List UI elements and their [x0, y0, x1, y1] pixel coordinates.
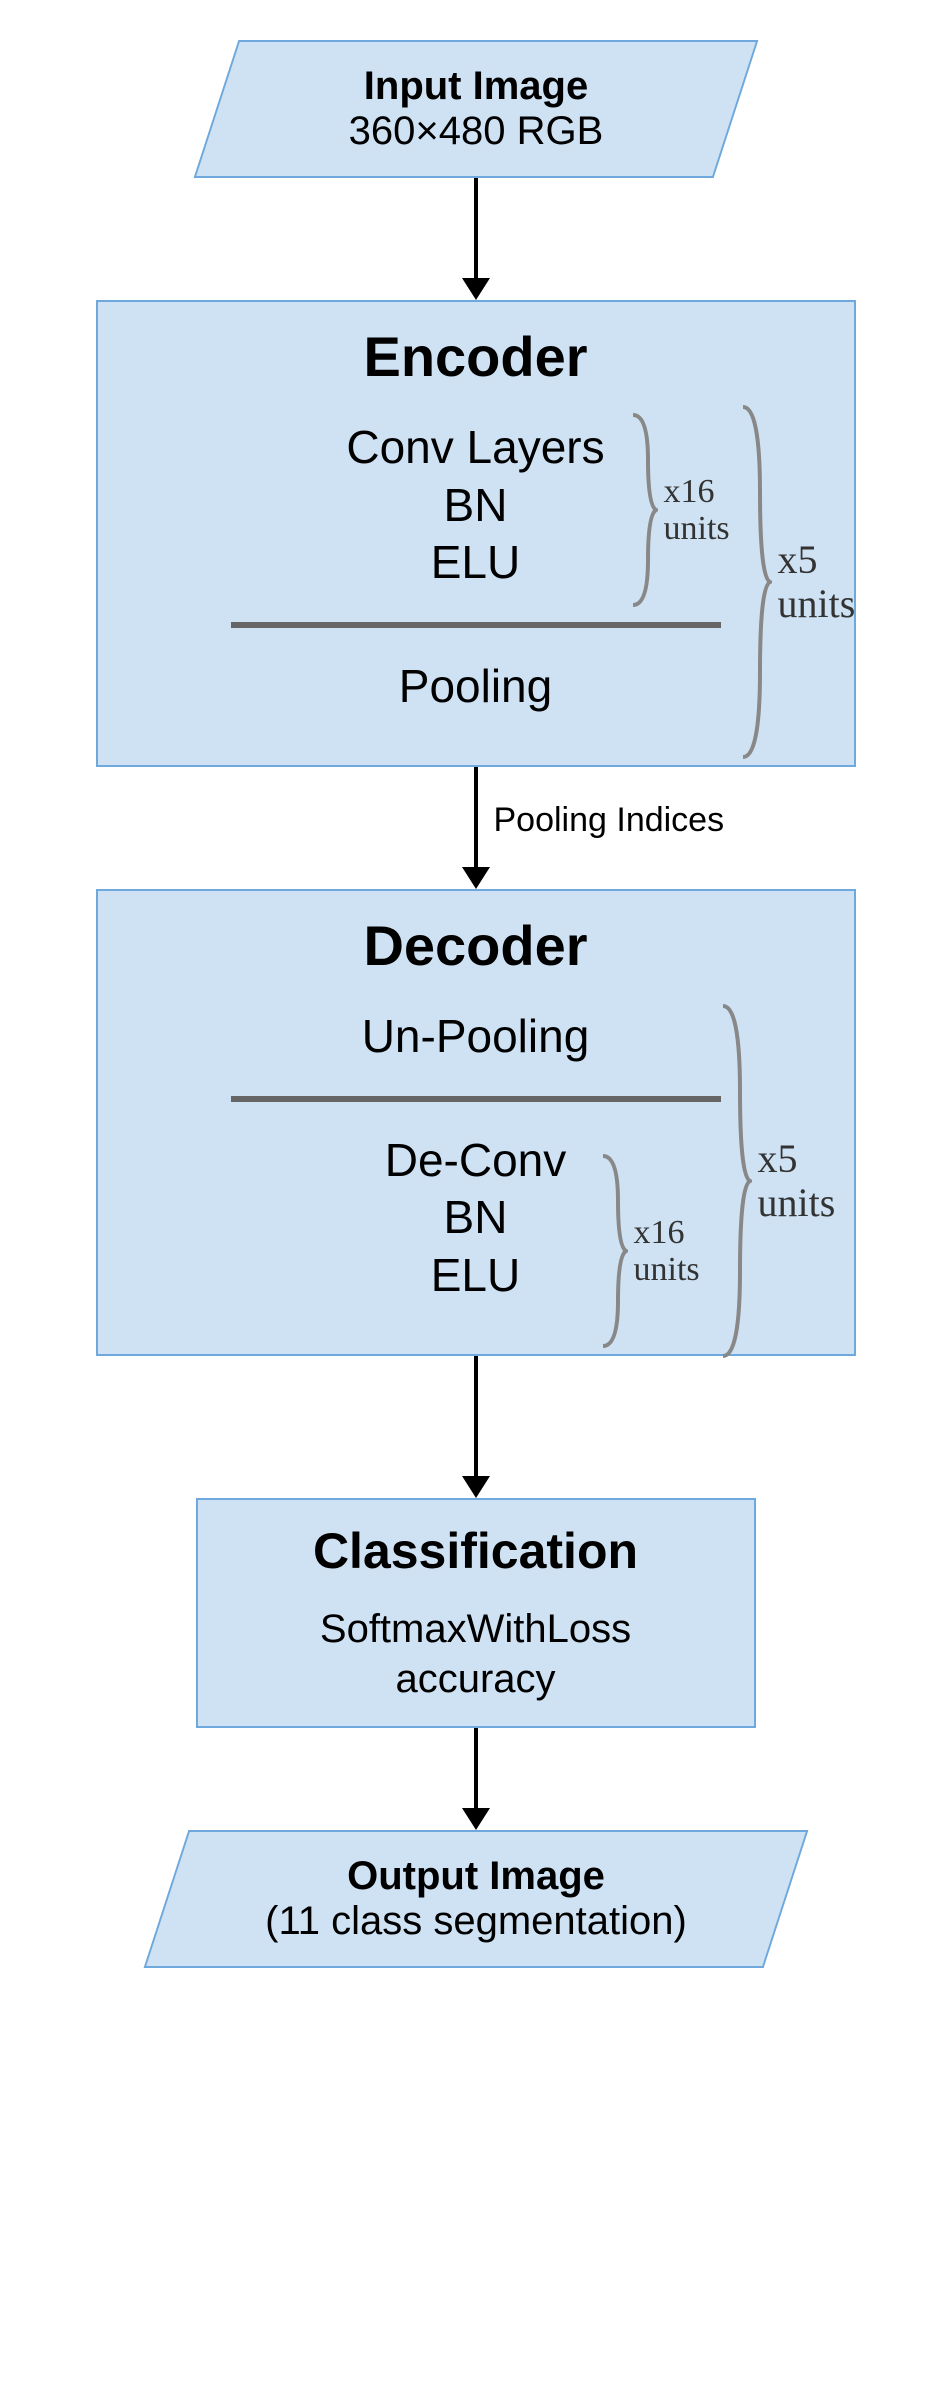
encoder-outer-repeat: x5units: [778, 538, 856, 626]
arrow-4: [462, 1728, 490, 1830]
input-block: Input Image 360×480 RGB: [193, 40, 758, 178]
encoder-divider: [231, 622, 721, 628]
output-sub: (11 class segmentation): [196, 1899, 756, 1944]
classification-heading: Classification: [226, 1522, 726, 1580]
input-title: Input Image: [246, 64, 706, 109]
encoder-heading: Encoder: [126, 324, 826, 389]
decoder-inner-repeat: x16units: [634, 1214, 700, 1289]
classification-line-softmax: SoftmaxWithLoss: [226, 1604, 726, 1654]
decoder-outer-brace: x5units: [718, 1001, 836, 1361]
pooling-indices-label: Pooling Indices: [494, 801, 725, 840]
arrow-1: [462, 178, 490, 300]
decoder-inner-brace: x16units: [598, 1151, 700, 1351]
classification-block: Classification SoftmaxWithLoss accuracy: [196, 1498, 756, 1728]
arrow-2: Pooling Indices: [26, 767, 926, 889]
output-title: Output Image: [196, 1854, 756, 1899]
decoder-divider: [231, 1096, 721, 1102]
decoder-outer-repeat: x5units: [758, 1137, 836, 1225]
output-block: Output Image (11 class segmentation): [143, 1830, 808, 1968]
encoder-line-pool: Pooling: [126, 658, 826, 716]
encoder-inner-repeat: x16units: [664, 473, 730, 548]
classification-line-accuracy: accuracy: [226, 1654, 726, 1704]
input-sub: 360×480 RGB: [246, 109, 706, 154]
encoder-inner-brace: x16units: [628, 410, 730, 610]
encoder-block: Encoder Conv Layers BN ELU Pooling x16un…: [96, 300, 856, 767]
decoder-heading: Decoder: [126, 913, 826, 978]
encoder-outer-brace: x5units: [738, 402, 856, 762]
diagram-root: Input Image 360×480 RGB Encoder Conv Lay…: [26, 40, 926, 1968]
decoder-block: Decoder Un-Pooling De-Conv BN ELU x16uni…: [96, 889, 856, 1356]
arrow-3: [462, 1356, 490, 1498]
